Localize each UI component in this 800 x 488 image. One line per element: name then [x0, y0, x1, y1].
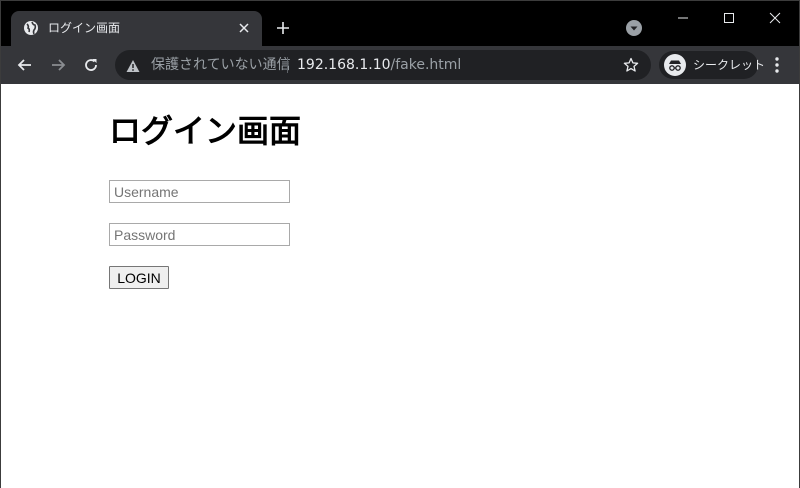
tab-title: ログイン画面	[48, 21, 121, 35]
username-input[interactable]	[109, 180, 290, 203]
close-icon[interactable]	[751, 1, 799, 35]
url-host: 192.168.1.10	[297, 57, 391, 73]
star-icon[interactable]	[623, 57, 639, 73]
browser-toolbar: 保護されていない通信 192.168.1.10/fake.html シークレット	[1, 46, 799, 84]
tab-login[interactable]: ログイン画面	[11, 11, 262, 46]
login-button[interactable]: LOGIN	[109, 266, 169, 289]
omnibox-separator	[287, 57, 288, 73]
plus-icon[interactable]	[272, 17, 294, 39]
security-status-text[interactable]: 保護されていない通信	[151, 56, 291, 74]
address-bar[interactable]: 保護されていない通信 192.168.1.10/fake.html	[115, 50, 651, 80]
incognito-icon	[664, 54, 686, 76]
minimize-icon[interactable]	[659, 1, 707, 35]
warning-icon[interactable]	[126, 58, 140, 72]
url-path: /fake.html	[390, 57, 462, 73]
password-input[interactable]	[109, 223, 290, 246]
page-title: ログイン画面	[109, 112, 302, 150]
tab-strip: ログイン画面	[1, 1, 799, 46]
arrow-left-icon[interactable]	[11, 51, 39, 79]
arrow-right-icon[interactable]	[44, 51, 72, 79]
chevron-down-circle-icon[interactable]	[626, 20, 642, 36]
url-text[interactable]: 192.168.1.10/fake.html	[297, 56, 461, 74]
incognito-indicator[interactable]: シークレット	[659, 51, 765, 79]
globe-icon	[23, 20, 39, 36]
maximize-icon[interactable]	[705, 1, 753, 35]
more-vertical-icon[interactable]	[767, 55, 787, 75]
browser-window: ログイン画面 保護されていない通信 192.168.1.10/fake.html…	[0, 0, 800, 488]
close-icon[interactable]	[235, 19, 253, 37]
incognito-label: シークレット	[693, 58, 766, 72]
page-content: ログイン画面 LOGIN	[1, 84, 799, 488]
reload-icon[interactable]	[77, 51, 105, 79]
